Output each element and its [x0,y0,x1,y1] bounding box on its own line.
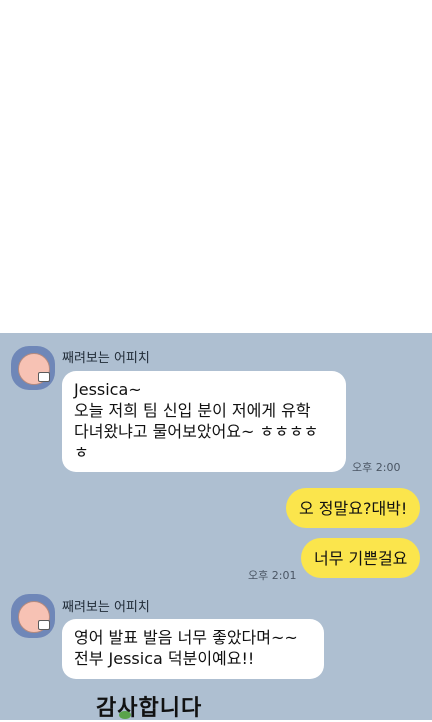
leaf-icon [38,620,50,630]
sticker[interactable]: 감사합니다 [96,690,202,722]
sender-name: 째려보는 어피치 [62,600,150,615]
sender-name: 째려보는 어피치 [62,351,150,366]
message-bubble[interactable]: 영어 발표 발음 너무 좋았다며~~ 전부 Jessica 덕분이예요!! [62,619,324,679]
message-bubble-mine[interactable]: 너무 기쁜걸요 [301,538,421,578]
leaf-icon [38,372,50,382]
message-bubble[interactable]: Jessica~ 오늘 저희 팀 신입 분이 저에게 유학 다녀왔냐고 물어보았… [62,371,346,472]
message-bubble-mine[interactable]: 오 정말요?대박! [286,488,421,528]
message-time: 오후 2:01 [248,569,297,582]
avatar[interactable] [11,346,55,390]
message-time: 오후 2:00 [352,461,401,474]
avatar[interactable] [11,594,55,638]
sticker-text: 감사합니다 [96,696,203,721]
sticker-decoration-icon [119,711,131,719]
